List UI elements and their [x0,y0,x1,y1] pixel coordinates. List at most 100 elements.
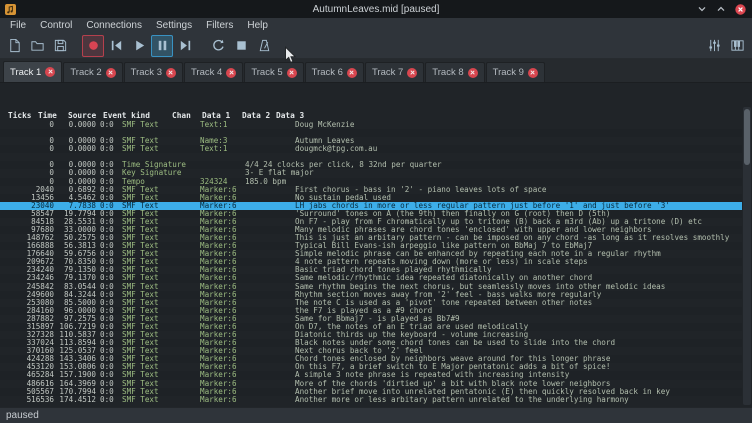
cell-d3: dougmck@tpg.com.au [293,145,742,153]
tab-track-5[interactable]: Track 5 [244,62,303,82]
cell-d2 [245,339,293,347]
menu-item-filters[interactable]: Filters [199,20,240,31]
menu-item-control[interactable]: Control [33,20,79,31]
cell-d2 [245,355,293,363]
tab-track-6[interactable]: Track 6 [305,62,364,82]
new-file-icon [7,38,22,53]
cell-kind: SMF Text [116,396,200,404]
save-button[interactable] [49,35,71,57]
tab-close-icon[interactable] [45,67,55,77]
cell-time: 0.0000 [58,121,100,129]
tab-track-1[interactable]: Track 1 [3,61,62,82]
tab-label: Track 7 [372,67,403,78]
cell-d3: Another more or less arbitary pattern un… [293,396,742,404]
cell-d2 [245,266,293,274]
cell-d2 [245,307,293,315]
metronome-button[interactable] [253,35,275,57]
open-file-button[interactable] [26,35,48,57]
piano-icon [730,38,745,53]
tab-track-2[interactable]: Track 2 [63,62,122,82]
cell-d3 [293,161,742,169]
application-window: AutumnLeaves.mid [paused] FileControlCon… [0,0,752,423]
tab-track-9[interactable]: Track 9 [486,62,545,82]
pause-button[interactable] [151,35,173,57]
cell-kind: SMF Text [116,145,200,153]
column-header-data-2[interactable]: Data 2 [242,111,270,120]
record-button[interactable] [82,35,104,57]
vertical-scrollbar[interactable] [743,107,751,405]
column-header-data-1[interactable]: Data 1 [202,111,230,120]
cell-d2 [245,291,293,299]
skip-to-end-button[interactable] [174,35,196,57]
table-header-row: Ticks Time Source Event kind Chan Data 1 Data … [0,108,742,121]
cell-ticks: 516536 [0,396,58,404]
column-header-event-kind[interactable]: Event kind [103,111,150,120]
maximize-button[interactable] [715,3,727,15]
cell-d3: Doug McKenzie [293,121,742,129]
event-row[interactable]: 00.00000:0SMF TextText:1dougmck@tpg.com.… [0,145,742,153]
event-list-panel: Ticks Time Source Event kind Chan Data 1 Data … [0,83,752,407]
piano-button[interactable] [726,35,748,57]
column-header-data-3[interactable]: Data 3 [276,111,304,120]
cell-d1 [200,153,245,161]
menu-item-settings[interactable]: Settings [149,20,199,31]
cell-d1: Text:1 [200,121,245,129]
cell-ticks: 0 [0,121,58,129]
tab-close-icon[interactable] [407,68,417,78]
loop-icon [211,38,226,53]
app-icon [5,4,16,15]
tab-label: Track 2 [70,67,101,78]
tab-label: Track 8 [432,67,463,78]
maximize-icon [716,4,726,14]
sliders-button[interactable] [703,35,725,57]
tab-close-icon[interactable] [226,68,236,78]
tab-close-icon[interactable] [468,68,478,78]
cell-d2 [245,242,293,250]
menu-item-connections[interactable]: Connections [79,20,149,31]
column-header-time[interactable]: Time [38,111,57,120]
event-row[interactable]: 516536174.45120:0SMF TextMarker:6Another… [0,396,742,404]
close-button[interactable] [734,3,746,15]
tab-track-7[interactable]: Track 7 [365,62,424,82]
tab-close-icon[interactable] [528,68,538,78]
cell-d2 [245,331,293,339]
event-row[interactable]: 00.00000:0SMF TextText:1Doug McKenzie [0,121,742,129]
window-controls [696,3,752,15]
scrollbar-thumb[interactable] [744,109,750,165]
tab-close-icon[interactable] [106,68,116,78]
play-button[interactable] [128,35,150,57]
tab-close-icon[interactable] [287,68,297,78]
cell-d2 [245,388,293,396]
new-file-button[interactable] [3,35,25,57]
column-header-chan[interactable]: Chan [172,111,191,120]
cell-time: 0.0000 [58,145,100,153]
tab-track-4[interactable]: Track 4 [184,62,243,82]
minimize-button[interactable] [696,3,708,15]
record-icon [86,38,101,53]
cell-kind: SMF Text [116,121,200,129]
stop-button[interactable] [230,35,252,57]
tab-bar: Track 1Track 2Track 3Track 4Track 5Track… [0,59,752,83]
skip-to-start-icon [109,38,124,53]
menu-item-file[interactable]: File [3,20,33,31]
tab-close-icon[interactable] [166,68,176,78]
cell-d1 [200,161,245,169]
toolbar [0,33,752,59]
cell-d2 [245,129,293,137]
cell-d2 [245,250,293,258]
column-header-ticks[interactable]: Ticks [8,111,31,120]
cell-d2 [245,315,293,323]
cell-d2 [245,121,293,129]
toolbar-left [3,35,275,57]
cell-d3 [293,169,742,177]
skip-to-start-button[interactable] [105,35,127,57]
skip-to-end-icon [178,38,193,53]
menu-item-help[interactable]: Help [240,20,275,31]
loop-button[interactable] [207,35,229,57]
cell-d2 [245,234,293,242]
tab-close-icon[interactable] [347,68,357,78]
tab-track-8[interactable]: Track 8 [425,62,484,82]
tab-track-3[interactable]: Track 3 [124,62,183,82]
toolbar-right [703,35,748,57]
column-header-source[interactable]: Source [68,111,96,120]
